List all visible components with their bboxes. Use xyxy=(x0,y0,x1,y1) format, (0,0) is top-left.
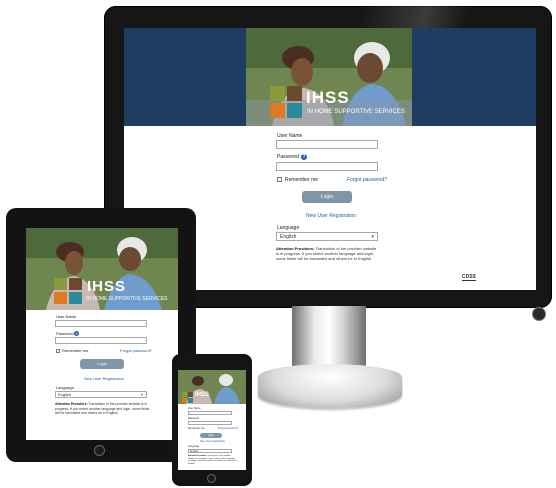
tablet-logo-tile-teal xyxy=(69,292,82,304)
tablet-login-button[interactable]: Login xyxy=(80,359,124,369)
language-select[interactable]: English ▾ xyxy=(276,232,378,241)
chevron-down-icon: ▾ xyxy=(371,234,374,240)
tablet-hero-photo: IHSS IN HOME SUPPORTIVE SERVICES xyxy=(26,228,178,310)
phone-screen: IHSS User Name Password Remember me Forg… xyxy=(178,370,246,470)
phone-password-label: Password xyxy=(188,417,199,420)
phone-login-button[interactable]: Login xyxy=(200,433,222,438)
phone-password-input[interactable] xyxy=(188,421,232,425)
phone-logo-tile-brown xyxy=(188,392,193,397)
tablet-logo-subtitle: IN HOME SUPPORTIVE SERVICES xyxy=(86,296,168,302)
monitor-stand xyxy=(258,364,402,408)
language-value: English xyxy=(280,234,297,240)
tablet-username-input[interactable] xyxy=(55,320,147,327)
password-input[interactable] xyxy=(276,162,378,171)
tablet-remember-checkbox[interactable] xyxy=(56,349,60,353)
phone-logo-tile-teal xyxy=(188,398,193,403)
logo-tile-olive xyxy=(270,86,285,101)
tablet-logo-text: IHSS xyxy=(87,278,127,295)
tablet-home-button-icon[interactable] xyxy=(94,445,105,456)
power-button-icon[interactable] xyxy=(532,307,546,321)
tablet-remember-label: Remember me xyxy=(62,348,89,353)
tablet-password-label: Password xyxy=(56,331,74,336)
phone-logo-tile-olive xyxy=(182,392,187,397)
tablet-logo-tile-orange xyxy=(54,292,67,304)
tablet-screen: IHSS IN HOME SUPPORTIVE SERVICES User Na… xyxy=(26,228,178,440)
username-input[interactable] xyxy=(276,140,378,149)
phone-home-button-icon[interactable] xyxy=(207,474,216,483)
phone-username-input[interactable] xyxy=(188,411,232,415)
phone-language-value: English xyxy=(190,450,199,453)
tablet-language-value: English xyxy=(58,392,72,397)
login-button[interactable]: Login xyxy=(302,191,352,203)
phone-register-link[interactable]: New User Registration xyxy=(200,440,225,443)
logo-subtitle: IN HOME SUPPORTIVE SERVICES xyxy=(307,109,405,115)
tablet-language-select[interactable]: English ▾ xyxy=(55,391,147,398)
phone-hero-photo: IHSS xyxy=(178,370,246,404)
hero-photo: IHSS IN HOME SUPPORTIVE SERVICES xyxy=(246,28,412,126)
phone-language-select[interactable]: English xyxy=(188,449,232,453)
monitor-neck xyxy=(292,306,366,368)
remember-me-label: Remember me xyxy=(285,177,319,183)
phone-remember-label: Remember me xyxy=(188,427,205,430)
password-label: Password xyxy=(277,154,299,160)
tablet-logo-tile-olive xyxy=(54,278,67,290)
logo-text: IHSS xyxy=(306,88,350,107)
tablet-language-label: Language xyxy=(56,385,74,390)
tablet-register-link[interactable]: New User Registration xyxy=(84,376,124,381)
tablet-password-input[interactable] xyxy=(55,337,147,344)
new-user-registration-link[interactable]: New User Registration xyxy=(306,213,356,219)
tablet-attention-notice: Attention Providers: Translation of the … xyxy=(55,402,151,416)
username-label: User Name xyxy=(277,133,303,139)
language-label: Language xyxy=(277,225,300,231)
logo-tile-brown xyxy=(287,86,302,101)
monitor-glare xyxy=(340,6,552,30)
phone-logo-tile-orange xyxy=(182,398,187,403)
help-icon[interactable]: ? xyxy=(301,154,307,160)
phone-language-label: Language xyxy=(188,445,200,448)
tablet-help-icon[interactable]: ? xyxy=(74,331,79,336)
forgot-password-link[interactable]: Forgot password? xyxy=(347,177,387,183)
tablet-forgot-link[interactable]: Forgot password? xyxy=(120,348,152,353)
logo-tile-teal xyxy=(287,103,302,118)
remember-me-checkbox[interactable] xyxy=(277,177,282,182)
tablet-username-label: User Name xyxy=(56,314,77,319)
phone-logo-text: IHSS xyxy=(195,392,210,398)
tablet-chevron-down-icon: ▾ xyxy=(140,392,143,397)
phone-attention-notice: Attention Providers: Translation of the … xyxy=(188,455,238,465)
phone-username-label: User Name xyxy=(188,407,201,410)
logo-tile-orange xyxy=(270,103,285,118)
tablet-logo-tile-brown xyxy=(69,278,82,290)
attention-notice: Attention Providers: Translation of the … xyxy=(276,246,380,261)
phone-forgot-link[interactable]: Forgot password? xyxy=(218,427,238,430)
tablet-notice-title: Attention Providers: xyxy=(55,402,88,406)
cdss-logo: CDSS xyxy=(462,274,476,281)
